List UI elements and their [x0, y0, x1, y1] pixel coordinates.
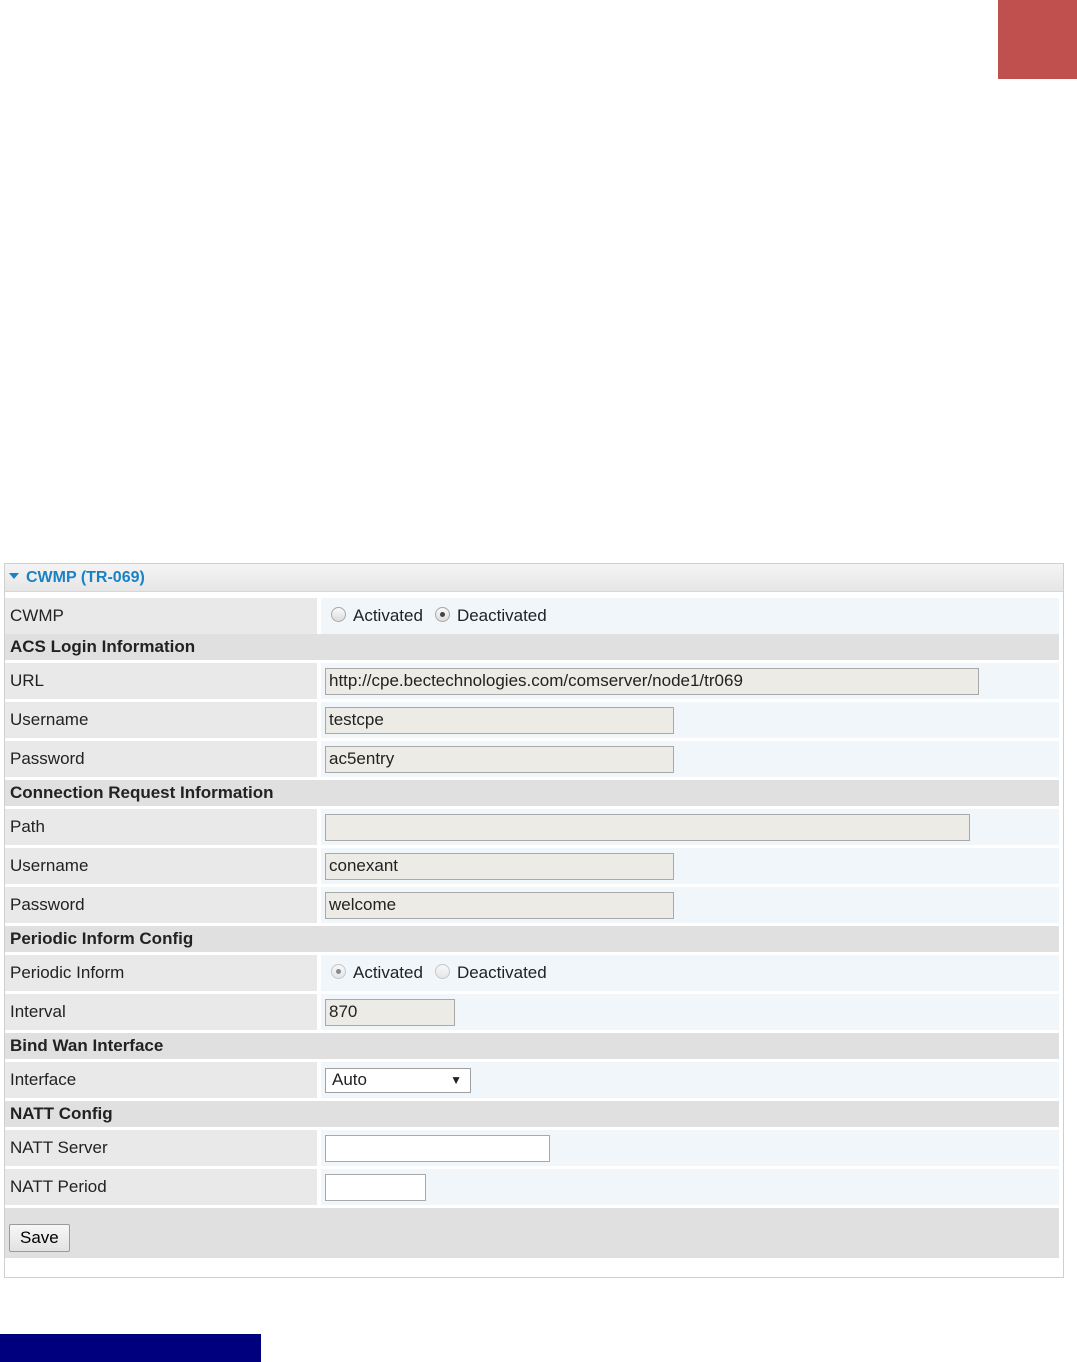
- natt-server-input[interactable]: [325, 1134, 550, 1162]
- periodic-radio-group: Activated Deactivated: [325, 963, 559, 983]
- save-area: Save: [5, 1208, 1059, 1258]
- cwmp-deactivated-label[interactable]: Deactivated: [457, 606, 547, 626]
- dropdown-arrow-icon: ▼: [450, 1073, 462, 1087]
- cwmp-label: CWMP: [5, 598, 317, 634]
- acs-password-label: Password: [5, 741, 317, 777]
- periodic-interval-row: Interval: [5, 994, 1059, 1030]
- periodic-deactivated-label[interactable]: Deactivated: [457, 963, 547, 983]
- acs-username-row: Username: [5, 702, 1059, 738]
- conn-path-input[interactable]: [325, 813, 970, 841]
- footer-bar: [0, 1334, 261, 1362]
- acs-password-row: Password: [5, 741, 1059, 777]
- save-button[interactable]: Save: [9, 1224, 70, 1252]
- acs-username-label: Username: [5, 702, 317, 738]
- natt-period-input[interactable]: [325, 1173, 426, 1201]
- cwmp-radio-group: Activated Deactivated: [325, 606, 559, 626]
- acs-url-input[interactable]: [325, 667, 979, 695]
- natt-period-row: NATT Period: [5, 1169, 1059, 1205]
- periodic-inform-label: Periodic Inform: [5, 955, 317, 991]
- acs-url-label: URL: [5, 663, 317, 699]
- panel-title: CWMP (TR-069): [26, 568, 145, 586]
- conn-password-row: Password: [5, 887, 1059, 923]
- periodic-inform-row: Periodic Inform Activated Deactivated: [5, 955, 1059, 991]
- acs-username-input[interactable]: [325, 706, 674, 734]
- acs-password-input[interactable]: [325, 745, 674, 773]
- collapse-triangle-icon[interactable]: [9, 572, 19, 579]
- natt-server-label: NATT Server: [5, 1130, 317, 1166]
- conn-path-label: Path: [5, 809, 317, 845]
- periodic-deactivated-radio[interactable]: [434, 963, 450, 979]
- bind-section-header: Bind Wan Interface: [5, 1033, 1059, 1059]
- cwmp-deactivated-radio[interactable]: [434, 606, 450, 622]
- conn-password-input[interactable]: [325, 891, 674, 919]
- bind-interface-label: Interface: [5, 1062, 317, 1098]
- periodic-section-header: Periodic Inform Config: [5, 926, 1059, 952]
- cwmp-panel: CWMP (TR-069) CWMP Activated Deactivated…: [4, 563, 1064, 1278]
- conn-username-label: Username: [5, 848, 317, 884]
- interface-select[interactable]: Auto ▼: [325, 1067, 471, 1093]
- acs-section-header: ACS Login Information: [5, 634, 1059, 660]
- conn-path-row: Path: [5, 809, 1059, 845]
- panel-header[interactable]: CWMP (TR-069): [5, 564, 1063, 592]
- cwmp-activated-radio[interactable]: [331, 606, 346, 622]
- conn-username-row: Username: [5, 848, 1059, 884]
- cwmp-activated-label[interactable]: Activated: [353, 606, 423, 626]
- interface-select-value: Auto: [332, 1070, 367, 1089]
- conn-password-label: Password: [5, 887, 317, 923]
- periodic-activated-label[interactable]: Activated: [353, 963, 423, 983]
- natt-period-label: NATT Period: [5, 1169, 317, 1205]
- acs-url-row: URL: [5, 663, 1059, 699]
- corner-decoration: [998, 0, 1077, 79]
- natt-server-row: NATT Server: [5, 1130, 1059, 1166]
- conn-username-input[interactable]: [325, 852, 674, 880]
- periodic-interval-input[interactable]: [325, 998, 455, 1026]
- periodic-activated-radio[interactable]: [331, 963, 346, 979]
- natt-section-header: NATT Config: [5, 1101, 1059, 1127]
- cwmp-row: CWMP Activated Deactivated: [5, 598, 1059, 634]
- bind-interface-row: Interface Auto ▼: [5, 1062, 1059, 1098]
- periodic-interval-label: Interval: [5, 994, 317, 1030]
- conn-section-header: Connection Request Information: [5, 780, 1059, 806]
